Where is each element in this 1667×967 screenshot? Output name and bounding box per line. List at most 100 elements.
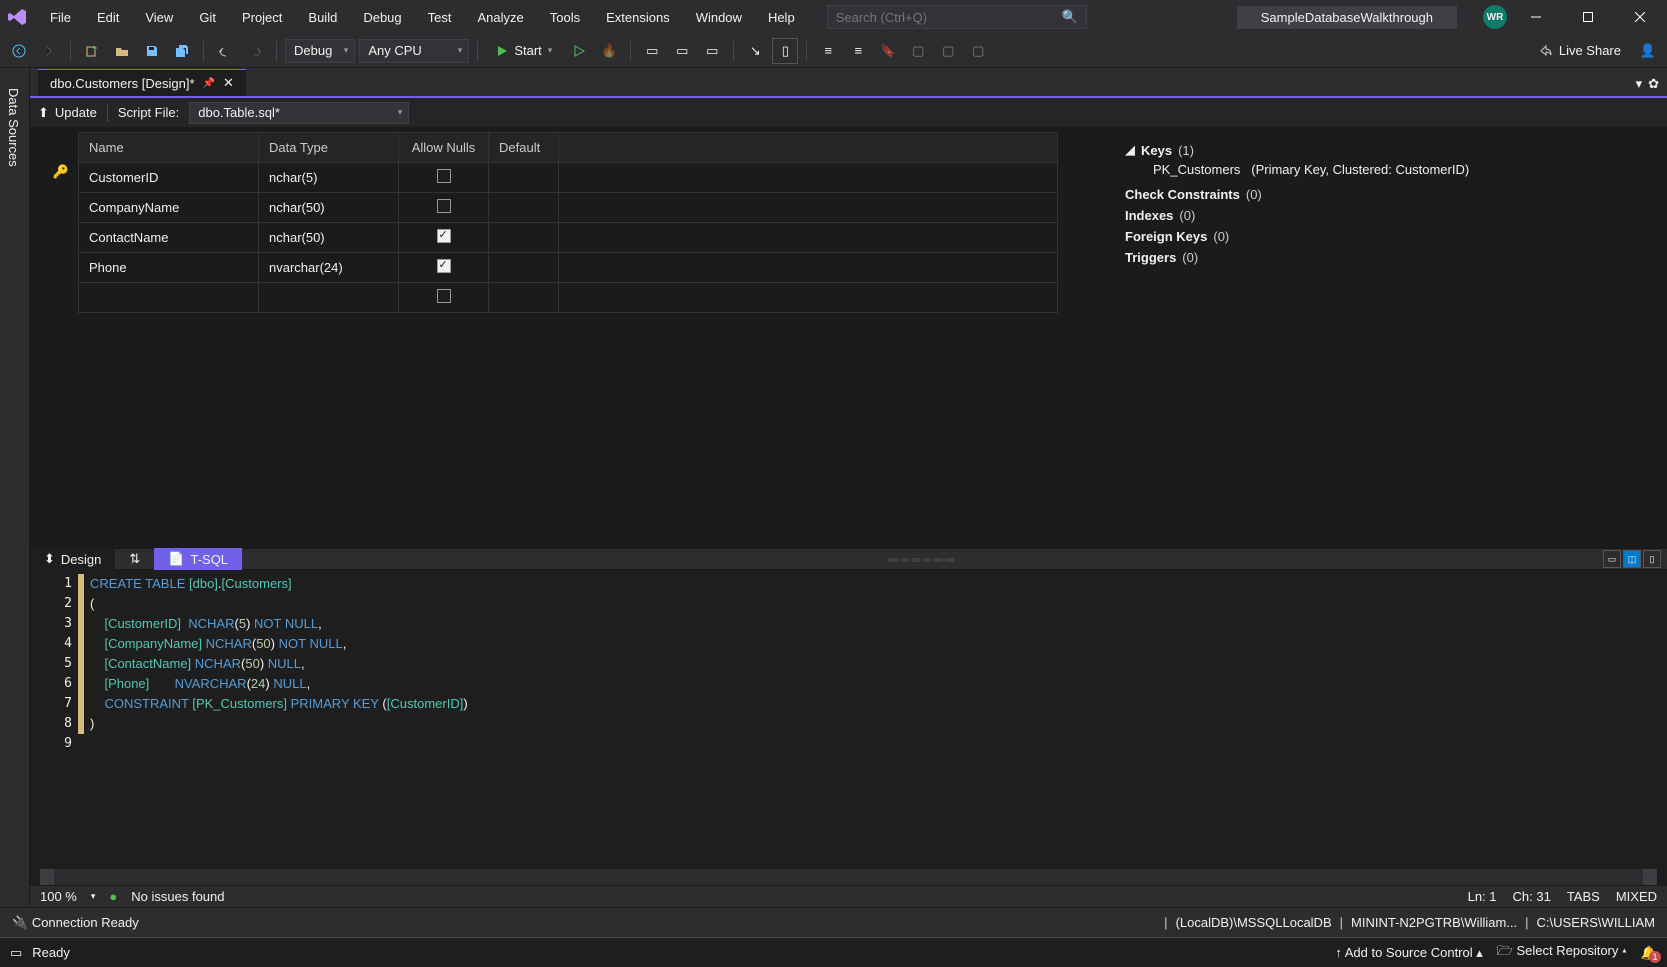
menu-git[interactable]: Git <box>187 4 228 31</box>
editor-status-bar: 100 %▾ ● No issues found Ln: 1 Ch: 31 TA… <box>30 885 1667 907</box>
col-header[interactable]: Default <box>489 133 559 163</box>
foreign-keys-group[interactable]: Foreign Keys(0) <box>1125 229 1649 244</box>
status-output-icon[interactable]: ▭ <box>10 945 22 961</box>
column-row[interactable]: CustomerIDnchar(5) <box>79 163 1058 193</box>
live-share-button[interactable]: Live Share <box>1529 43 1631 58</box>
tb-icon-9[interactable]: ▢ <box>935 38 961 64</box>
allow-nulls-checkbox[interactable] <box>437 199 451 213</box>
pane-layout-3[interactable]: ▯ <box>1643 550 1661 568</box>
start-nodebug-button[interactable] <box>566 38 592 64</box>
allow-nulls-checkbox[interactable] <box>437 169 451 183</box>
menu-debug[interactable]: Debug <box>351 4 413 31</box>
notifications-bell-icon[interactable]: 🔔 <box>1641 945 1657 961</box>
menu-project[interactable]: Project <box>230 4 294 31</box>
swap-icon[interactable]: ⇅ <box>115 548 154 570</box>
design-pane-tab[interactable]: ⬍ Design <box>30 548 115 570</box>
lineend-mode[interactable]: MIXED <box>1616 889 1657 904</box>
tb-icon-4[interactable]: ↘ <box>742 38 768 64</box>
indent-mode[interactable]: TABS <box>1567 889 1600 904</box>
menu-view[interactable]: View <box>133 4 185 31</box>
save-all-button[interactable] <box>169 38 195 64</box>
close-button[interactable] <box>1617 2 1663 32</box>
save-button[interactable] <box>139 38 165 64</box>
pane-splitter[interactable]: ⬍ Design ⇅ 📄 T-SQL ══════ ▭ ◫ ▯ <box>30 548 1667 570</box>
triggers-group[interactable]: Triggers(0) <box>1125 250 1649 265</box>
column-row[interactable]: Phonenvarchar(24) <box>79 253 1058 283</box>
script-file-dropdown[interactable]: dbo.Table.sql* <box>189 102 409 124</box>
bookmark-icon[interactable]: 🔖 <box>875 38 901 64</box>
splitter-grip[interactable]: ══════ <box>242 552 1603 567</box>
allow-nulls-checkbox[interactable] <box>437 259 451 273</box>
conn-user: MININT-N2PGTRB\William... <box>1351 915 1517 930</box>
redo-button[interactable] <box>242 38 268 64</box>
feedback-icon[interactable]: 👤 <box>1635 38 1661 64</box>
undo-button[interactable] <box>212 38 238 64</box>
tsql-pane-tab[interactable]: 📄 T-SQL <box>154 548 242 570</box>
check-constraints-group[interactable]: Check Constraints(0) <box>1125 187 1649 202</box>
tab-overflow-icon[interactable]: ▾ <box>1636 76 1643 92</box>
column-row[interactable]: ContactNamenchar(50) <box>79 223 1058 253</box>
pin-icon[interactable]: 📌 <box>203 78 215 89</box>
conn-db: (LocalDB)\MSSQLLocalDB <box>1176 915 1332 930</box>
menu-test[interactable]: Test <box>416 4 464 31</box>
main-menu: FileEditViewGitProjectBuildDebugTestAnal… <box>38 4 807 31</box>
menu-edit[interactable]: Edit <box>85 4 131 31</box>
primary-key-icon: 🔑 <box>53 164 69 180</box>
column-row[interactable]: CompanyNamenchar(50) <box>79 193 1058 223</box>
col-header[interactable]: Allow Nulls <box>399 133 489 163</box>
col-header[interactable]: Name <box>79 133 259 163</box>
tb-icon-5[interactable]: ▯ <box>772 38 798 64</box>
minimize-button[interactable] <box>1513 2 1559 32</box>
menu-analyze[interactable]: Analyze <box>465 4 535 31</box>
nav-fwd-button[interactable] <box>36 38 62 64</box>
search-box[interactable]: 🔍 <box>827 5 1087 29</box>
menu-file[interactable]: File <box>38 4 83 31</box>
code-area[interactable]: CREATE TABLE [dbo].[Customers]( [Custome… <box>84 570 1667 869</box>
search-input[interactable] <box>836 10 1062 25</box>
menu-build[interactable]: Build <box>296 4 349 31</box>
vs-logo-icon <box>4 3 32 31</box>
start-debug-button[interactable]: Start▾ <box>486 38 562 64</box>
zoom-level[interactable]: 100 % <box>40 889 77 904</box>
platform-dropdown[interactable]: Any CPU <box>359 39 469 63</box>
config-dropdown[interactable]: Debug <box>285 39 355 63</box>
col-header[interactable]: Data Type <box>259 133 399 163</box>
nav-back-button[interactable] <box>6 38 32 64</box>
close-tab-icon[interactable]: ✕ <box>223 75 234 91</box>
pane-layout-1[interactable]: ▭ <box>1603 550 1621 568</box>
new-column-row[interactable] <box>79 283 1058 313</box>
conn-status: Connection Ready <box>32 915 139 930</box>
menu-window[interactable]: Window <box>684 4 754 31</box>
tab-settings-icon[interactable]: ✿ <box>1648 76 1659 92</box>
tb-icon-3[interactable]: ▭ <box>699 38 725 64</box>
new-item-button[interactable] <box>79 38 105 64</box>
keys-group[interactable]: ◢Keys(1) <box>1125 142 1649 158</box>
menu-help[interactable]: Help <box>756 4 807 31</box>
menu-extensions[interactable]: Extensions <box>594 4 682 31</box>
maximize-button[interactable] <box>1565 2 1611 32</box>
add-source-control[interactable]: ↑ Add to Source Control ▴ <box>1335 945 1482 961</box>
doc-tab-customers[interactable]: dbo.Customers [Design]* 📌 ✕ <box>38 69 246 96</box>
allow-nulls-checkbox[interactable] <box>437 229 451 243</box>
data-sources-tab[interactable]: Data Sources <box>0 82 27 173</box>
open-button[interactable] <box>109 38 135 64</box>
tb-icon-7[interactable]: ≡ <box>845 38 871 64</box>
hot-reload-button[interactable]: 🔥 <box>596 38 622 64</box>
update-button[interactable]: ⬆ Update <box>38 105 97 121</box>
menu-tools[interactable]: Tools <box>538 4 592 31</box>
tb-icon-10[interactable]: ▢ <box>965 38 991 64</box>
allow-nulls-checkbox[interactable] <box>437 289 451 303</box>
user-avatar[interactable]: WR <box>1483 5 1507 29</box>
columns-grid[interactable]: NameData TypeAllow NullsDefaultCustomerI… <box>30 128 1107 548</box>
sql-editor[interactable]: 123456789 CREATE TABLE [dbo].[Customers]… <box>30 570 1667 869</box>
pane-layout-2[interactable]: ◫ <box>1623 550 1641 568</box>
tb-icon-6[interactable]: ≡ <box>815 38 841 64</box>
caret-line: Ln: 1 <box>1468 889 1497 904</box>
editor-scrollbar-h[interactable] <box>40 869 1657 885</box>
key-item[interactable]: PK_Customers (Primary Key, Clustered: Cu… <box>1125 158 1649 181</box>
select-repository[interactable]: 🗁 Select Repository ▴ <box>1497 942 1627 964</box>
tb-icon-2[interactable]: ▭ <box>669 38 695 64</box>
tb-icon-1[interactable]: ▭ <box>639 38 665 64</box>
tb-icon-8[interactable]: ▢ <box>905 38 931 64</box>
indexes-group[interactable]: Indexes(0) <box>1125 208 1649 223</box>
